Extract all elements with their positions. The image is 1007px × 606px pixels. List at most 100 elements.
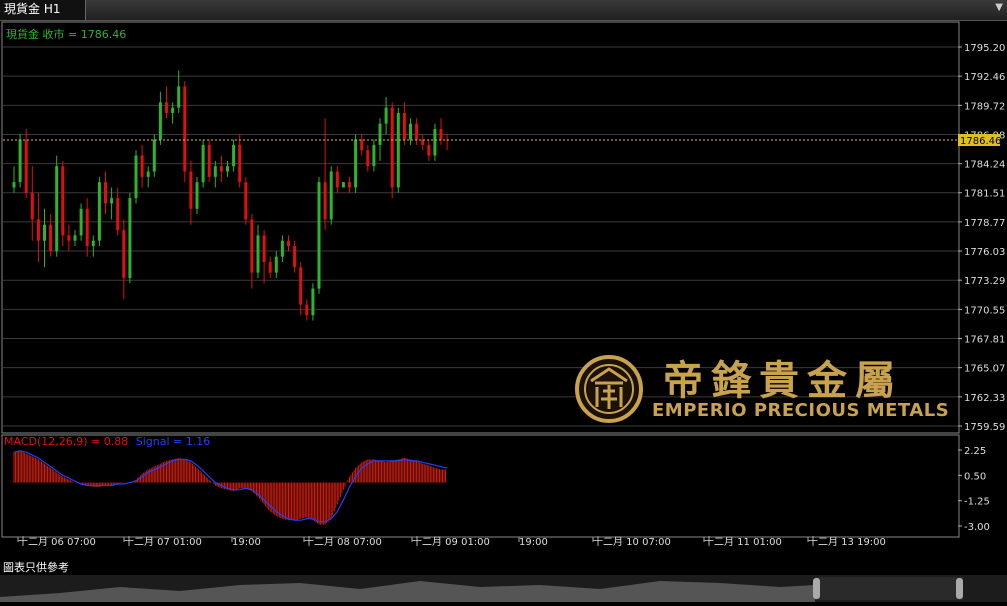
time-tick-label: 19:00 [232,537,261,548]
price-tick-label: 1759.59 [964,422,1005,433]
price-tick-label: 1776.03 [964,247,1005,258]
price-tick-label: 1792.46 [964,72,1005,83]
logo-chinese-text: 帝鋒貴金屬 [663,357,903,404]
candle-body [201,144,205,183]
candle-body [116,198,120,231]
candle-body [366,150,370,167]
candle-body [61,166,65,236]
time-tick-label: 十二月 09 01:00 [412,535,490,548]
candle-body [43,224,46,241]
price-tick-label: 1765.07 [964,364,1005,375]
macd-signal-label: Signal = 1.16 [136,435,211,448]
price-chart[interactable]: 1795.201792.461789.721786.981784.241781.… [0,20,1007,575]
macd-header: MACD(12,26,9) = 0.88 Signal = 1.16 [4,435,210,448]
candle-body [402,112,406,140]
candle-body [73,235,77,241]
scrollbar-overview [0,577,963,602]
candle-body [128,198,132,278]
price-tick-label: 1795.20 [964,43,1005,54]
candle-body [97,182,101,241]
scrollbar-window[interactable] [815,577,963,600]
scrollbar-right-handle[interactable] [956,578,963,599]
candle-body [250,219,254,273]
price-tick-label: 1781.51 [964,189,1005,200]
candle-body [12,182,16,188]
candle-body [280,240,284,257]
candle-body [329,171,333,220]
candle-body [293,246,297,268]
candle-body [67,235,71,241]
price-tick-label: 1767.81 [964,335,1005,346]
candle-body [165,102,168,113]
time-tick-label: 十二月 06 07:00 [18,535,96,548]
candle-body [396,112,400,188]
price-header: 現貨金 收市 = 1786.46 [6,27,126,41]
candle-body [18,139,22,183]
chart-disclaimer: 圖表只供參考 [3,561,69,574]
macd-tick-label: 2.25 [964,446,986,457]
candle-body [244,182,248,220]
time-tick-label: 十二月 11 01:00 [704,535,782,548]
candle-body [171,107,175,113]
price-tick-label: 1778.77 [964,218,1005,229]
candle-body [85,208,89,247]
candle-body [189,171,193,209]
candle-body [91,240,95,247]
candle-body [104,182,107,204]
candle-body [183,86,187,172]
candle-body [348,182,351,188]
candle-body [262,235,266,262]
candle-body [390,107,394,188]
time-tick-label: 十二月 08 07:00 [304,535,382,548]
tab-menu-icon[interactable]: ▼ [995,2,1003,13]
candle-body [299,267,303,305]
candle-body [323,182,327,220]
candle-body [341,182,345,188]
candle-body [268,261,272,273]
candle-body [213,166,217,177]
candle-body [110,198,114,204]
chart-scrollbar[interactable] [0,575,1007,602]
price-tick-label: 1762.33 [964,393,1005,404]
candle-body [427,144,431,156]
candle-body [207,144,211,177]
candle-body [372,144,376,167]
price-tick-label: 1789.72 [964,101,1005,112]
time-tick-label: 十二月 13 19:00 [808,535,886,548]
candle-body [177,86,181,108]
candle-body [238,144,242,183]
candle-body [219,166,223,172]
candle-body [305,304,309,316]
candle-body [134,155,138,199]
candle-body [195,182,199,209]
price-tick-label: 1770.55 [964,305,1005,316]
logo-english-text: EMPERIO PRECIOUS METALS [652,400,950,421]
logo-emblem-icon [575,355,643,423]
candle-body [378,123,382,145]
tab-gold-h1[interactable]: 現貨金 H1 [0,0,86,20]
candle-body [433,128,437,156]
candle-body [79,208,83,236]
scrollbar-left-handle[interactable] [813,578,820,599]
candle-body [158,102,162,140]
candle-body [311,288,315,316]
time-tick-label: 十二月 10 07:00 [593,535,671,548]
time-tick-label: 19:00 [519,537,548,548]
candle-body [335,171,339,188]
candle-body [55,166,59,252]
candle-body [30,192,34,220]
candle-body [232,144,236,167]
candle-body [360,139,364,151]
macd-label: MACD(12,26,9) = 0.88 [4,435,128,448]
candle-body [36,219,40,241]
candle-body [256,235,260,273]
candle-body [415,123,419,140]
macd-tick-label: 0.50 [964,471,986,482]
candle-body [439,128,443,140]
candle-body [287,240,290,247]
time-tick-label: 十二月 07 01:00 [124,535,202,548]
candle-body [274,256,278,273]
macd-tick-label: -3.00 [964,522,990,533]
candle-body [146,171,150,177]
candle-body [24,139,28,193]
